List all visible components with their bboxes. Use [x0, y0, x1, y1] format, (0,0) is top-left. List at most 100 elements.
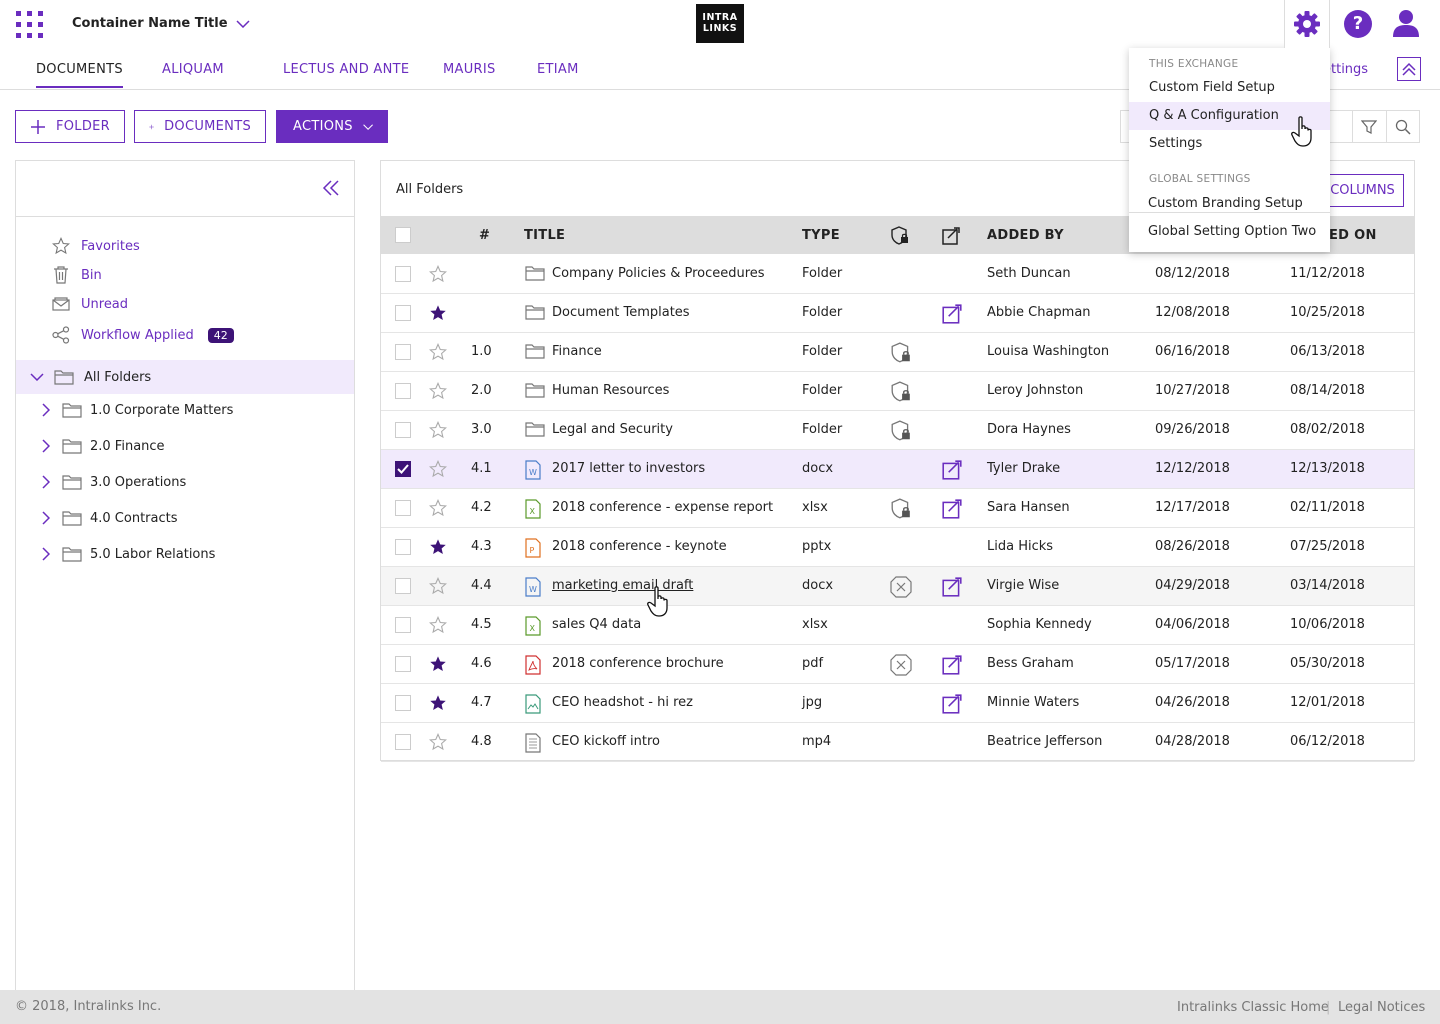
sidebar-item-favorites[interactable]: Favorites — [51, 236, 140, 256]
legal-notices-link[interactable]: Legal Notices — [1338, 1000, 1425, 1015]
row-checkbox[interactable] — [395, 500, 411, 516]
container-selector[interactable]: Container Name Title — [72, 16, 250, 31]
favorite-star-icon[interactable] — [429, 499, 447, 517]
table-row[interactable]: 1.0 Finance Folder Louisa Washington 06/16/2… — [381, 333, 1414, 372]
row-checkbox[interactable] — [395, 539, 411, 555]
classic-home-link[interactable]: Intralinks Classic Home — [1177, 1000, 1329, 1015]
add-documents-button[interactable]: DOCUMENTS — [134, 110, 266, 143]
favorite-star-icon[interactable] — [429, 460, 447, 478]
menu-item-global-setting-option-two[interactable]: Global Setting Option Two — [1129, 218, 1330, 246]
tree-item-contracts[interactable]: 4.0 Contracts — [16, 503, 354, 533]
row-checkbox[interactable] — [395, 422, 411, 438]
tab-aliquam[interactable]: ALIQUAM — [162, 62, 224, 77]
actions-button[interactable]: ACTIONS — [276, 110, 388, 143]
favorite-star-icon[interactable] — [429, 265, 447, 283]
row-checkbox[interactable] — [395, 266, 411, 282]
settings-gear-button[interactable] — [1284, 0, 1330, 48]
workflow-icon[interactable] — [941, 693, 963, 715]
chevron-right-icon[interactable] — [42, 547, 50, 561]
collapse-sidebar-icon[interactable] — [322, 180, 340, 196]
favorite-star-icon[interactable] — [429, 343, 447, 361]
sidebar-item-unread[interactable]: Unread — [51, 294, 128, 314]
table-row[interactable]: 4.5 Xsales Q4 data xlsx Sophia Kennedy 04/06… — [381, 606, 1414, 645]
favorite-star-icon[interactable] — [429, 382, 447, 400]
favorite-star-icon[interactable] — [429, 655, 447, 673]
row-checkbox[interactable] — [395, 344, 411, 360]
chevron-right-icon[interactable] — [42, 511, 50, 525]
row-title[interactable]: Document Templates — [552, 305, 690, 320]
tree-item-corporate-matters[interactable]: 1.0 Corporate Matters — [16, 395, 354, 425]
tree-item-labor-relations[interactable]: 5.0 Labor Relations — [16, 539, 354, 569]
table-row[interactable]: 4.4 Wmarketing email draft docx Virgie Wise… — [381, 567, 1414, 606]
col-title-header[interactable]: TITLE — [524, 228, 565, 243]
security-lock-icon[interactable] — [890, 381, 912, 403]
row-title[interactable]: Company Policies & Proceedures — [552, 266, 765, 281]
table-row[interactable]: 4.3 P 2018 conference - keynote pptx Lida Hi… — [381, 528, 1414, 567]
tab-mauris[interactable]: MAURIS — [443, 62, 496, 77]
favorite-star-icon[interactable] — [429, 304, 447, 322]
row-checkbox[interactable] — [395, 305, 411, 321]
favorite-star-icon[interactable] — [429, 616, 447, 634]
favorite-star-icon[interactable] — [429, 538, 447, 556]
row-title[interactable]: Finance — [552, 344, 602, 359]
tree-item-all-folders[interactable]: All Folders — [16, 360, 354, 394]
collapse-header-button[interactable] — [1397, 57, 1421, 81]
row-title[interactable]: sales Q4 data — [552, 617, 641, 632]
row-title[interactable]: Human Resources — [552, 383, 669, 398]
table-row[interactable]: 4.6 2018 conference brochure pdf Bess Graha… — [381, 645, 1414, 684]
chevron-right-icon[interactable] — [42, 403, 50, 417]
menu-item-custom-branding-setup[interactable]: Custom Branding Setup — [1129, 190, 1330, 218]
row-title[interactable]: 2017 letter to investors — [552, 461, 705, 476]
chevron-right-icon[interactable] — [42, 439, 50, 453]
row-checkbox[interactable] — [395, 734, 411, 750]
table-row[interactable]: Document Templates Folder Abbie Chapman 12/… — [381, 294, 1414, 333]
search-icon[interactable] — [1395, 119, 1411, 135]
row-title[interactable]: 2018 conference - keynote — [552, 539, 727, 554]
chevron-down-icon[interactable] — [30, 373, 44, 381]
row-checkbox[interactable] — [395, 695, 411, 711]
security-blocked-icon[interactable] — [890, 654, 912, 676]
table-row[interactable]: 3.0 Legal and Security Folder Dora Haynes 09… — [381, 411, 1414, 450]
row-checkbox[interactable] — [395, 461, 411, 477]
security-lock-icon[interactable] — [890, 342, 912, 364]
add-folder-button[interactable]: FOLDER — [15, 110, 125, 143]
table-row[interactable]: 4.8 CEO kickoff intro mp4 Beatrice Jefferso… — [381, 723, 1414, 762]
security-lock-icon[interactable] — [890, 498, 912, 520]
user-icon[interactable] — [1391, 8, 1421, 38]
security-header-icon[interactable] — [890, 226, 910, 246]
row-checkbox[interactable] — [395, 656, 411, 672]
tree-item-operations[interactable]: 3.0 Operations — [16, 467, 354, 497]
col-added-by-header[interactable]: ADDED BY — [987, 228, 1064, 243]
favorite-star-icon[interactable] — [429, 577, 447, 595]
app-grid-icon[interactable] — [16, 11, 43, 38]
workflow-header-icon[interactable] — [941, 226, 961, 246]
chevron-right-icon[interactable] — [42, 475, 50, 489]
table-row[interactable]: 4.1 W 2017 letter to investors docx Tyler Dr… — [381, 450, 1414, 489]
row-checkbox[interactable] — [395, 578, 411, 594]
row-title[interactable]: CEO kickoff intro — [552, 734, 660, 749]
columns-button[interactable]: COLUMNS — [1321, 174, 1404, 207]
security-lock-icon[interactable] — [890, 420, 912, 442]
tab-lectus-and-ante[interactable]: LECTUS AND ANTE — [283, 62, 409, 77]
favorite-star-icon[interactable] — [429, 421, 447, 439]
row-title[interactable]: 2018 conference brochure — [552, 656, 724, 671]
tab-documents[interactable]: DOCUMENTS — [36, 62, 123, 88]
row-title[interactable]: CEO headshot - hi rez — [552, 695, 693, 710]
menu-item-custom-field-setup[interactable]: Custom Field Setup — [1129, 74, 1330, 102]
col-modified-on-header[interactable]: ED ON — [1329, 228, 1377, 243]
table-row[interactable]: 2.0 Human Resources Folder Leroy Johnston 10… — [381, 372, 1414, 411]
workflow-icon[interactable] — [941, 459, 963, 481]
row-title[interactable]: Legal and Security — [552, 422, 673, 437]
col-num-header[interactable]: # — [479, 228, 490, 243]
row-checkbox[interactable] — [395, 617, 411, 633]
table-row[interactable]: Company Policies & Proceedures Folder Seth… — [381, 255, 1414, 294]
help-icon[interactable]: ? — [1344, 10, 1372, 38]
select-all-checkbox[interactable] — [395, 227, 411, 243]
tree-item-finance[interactable]: 2.0 Finance — [16, 431, 354, 461]
sidebar-item-workflow-applied[interactable]: Workflow Applied 42 — [51, 325, 234, 345]
table-row[interactable]: 4.2 X 2018 conference - expense report xlsx… — [381, 489, 1414, 528]
row-title[interactable]: 2018 conference - expense report — [552, 500, 773, 515]
favorite-star-icon[interactable] — [429, 733, 447, 751]
row-checkbox[interactable] — [395, 383, 411, 399]
workflow-icon[interactable] — [941, 576, 963, 598]
